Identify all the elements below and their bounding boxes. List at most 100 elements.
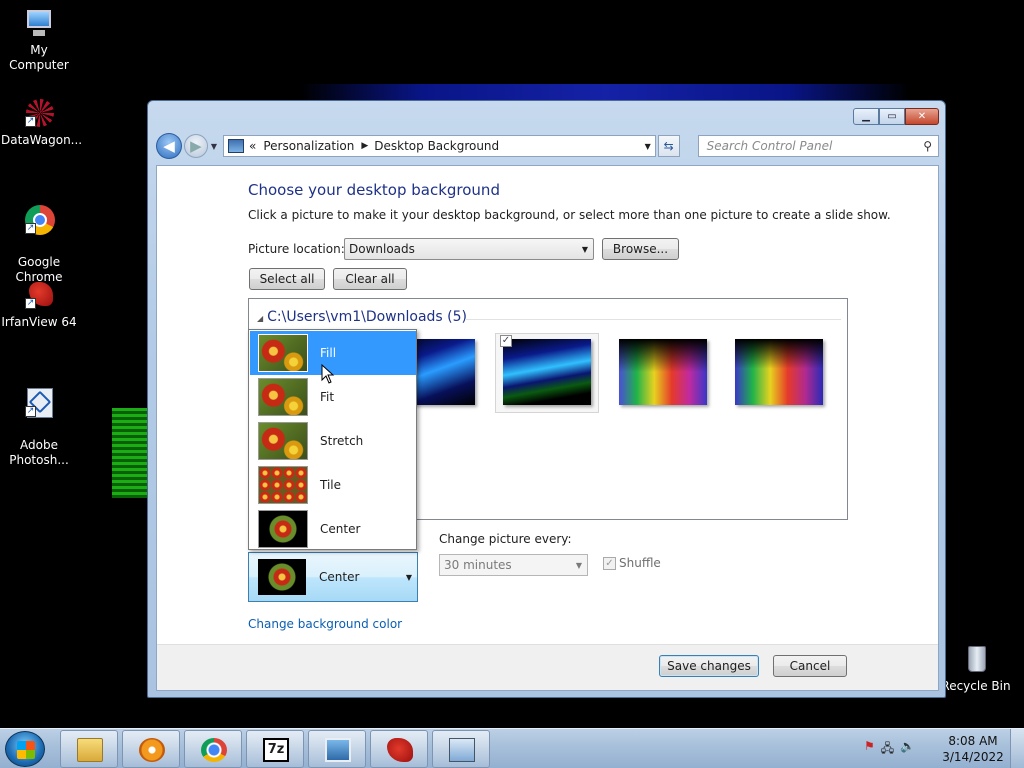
desktop-icon-label: Adobe Photosh... [9,438,69,467]
address-bar[interactable]: « Personalization ▶ Desktop Background ▼ [223,135,656,157]
search-input[interactable]: Search Control Panel ⚲ [697,135,939,157]
show-desktop-button[interactable] [1010,729,1024,768]
picture-location-select[interactable]: Downloads ▼ [344,238,594,260]
dialog-footer: Save changes Cancel [157,644,938,690]
refresh-button[interactable]: ⇆ [657,135,680,157]
back-arrow-icon: ◀ [163,137,175,155]
taskbar-photo-viewer[interactable] [308,730,366,768]
volume-icon[interactable]: 🔈 [900,739,915,760]
clock-date: 3/14/2022 [942,750,1004,764]
control-panel-icon [449,738,475,762]
desktop-wallpaper-glow-green [112,408,152,498]
maximize-button[interactable]: ▭ [879,108,905,125]
folder-icon [77,738,103,762]
chevron-down-icon: ▼ [581,244,589,254]
change-picture-every-value: 30 minutes [444,558,512,572]
network-icon[interactable]: 🖧 [881,739,894,760]
stretch-preview-icon [258,422,308,460]
taskbar-chrome[interactable] [184,730,242,768]
address-dropdown-icon[interactable]: ▼ [641,142,655,151]
recycle-bin-icon [960,644,992,676]
media-player-icon [139,738,165,762]
checkbox-check-icon: ✓ [603,556,616,570]
desktop-icon-label: DataWagon... [1,133,83,147]
fill-preview-icon [258,334,308,372]
control-panel-icon [228,139,245,153]
folder-group-header[interactable]: ◢ C:\Users\vm1\Downloads (5) [257,309,467,325]
desktop-icon-photoshop[interactable]: ↗ Adobe Photosh... [1,373,77,483]
picture-location-label: Picture location: [248,242,345,256]
system-tray: ⚑ 🖧 🔈 [864,739,915,760]
clock-time: 8:08 AM [948,734,998,748]
breadcrumb-overflow[interactable]: « [249,139,256,153]
shuffle-label: Shuffle [619,556,661,570]
taskbar-media-player[interactable] [122,730,180,768]
7zip-icon: 7z [263,738,289,762]
datawagon-icon: ↗ [23,98,55,130]
system-clock[interactable]: 8:08 AM 3/14/2022 [938,733,1008,765]
position-option-stretch[interactable]: Stretch [250,419,416,463]
save-changes-button[interactable]: Save changes [659,655,759,677]
clear-all-button[interactable]: Clear all [333,268,407,290]
wallpaper-thumbnail[interactable] [619,339,707,405]
wallpaper-thumbnail[interactable] [735,339,823,405]
change-background-color-link[interactable]: Change background color [248,617,402,631]
center-preview-icon [258,510,308,548]
fit-preview-icon [258,378,308,416]
windows-logo-icon [17,741,35,759]
browse-button[interactable]: Browse... [602,238,679,260]
computer-icon [23,8,55,40]
option-label: Fit [320,390,335,404]
position-option-tile[interactable]: Tile [250,463,416,507]
tile-preview-icon [258,466,308,504]
desktop-icon-label: IrfanView 64 [1,315,77,329]
action-center-flag-icon[interactable]: ⚑ [864,739,875,760]
window-controls: ▁ ▭ ✕ [853,108,939,125]
cancel-button[interactable]: Cancel [773,655,847,677]
forward-button[interactable]: ▶ [183,134,208,158]
breadcrumb-desktop-background[interactable]: Desktop Background [374,139,499,153]
picture-position-value: Center [319,570,360,584]
chrome-icon: ↗ [23,205,55,237]
breadcrumb-personalization[interactable]: Personalization [263,139,354,153]
start-button[interactable] [5,731,45,767]
page-title: Choose your desktop background [248,181,500,199]
change-picture-every-label: Change picture every: [439,532,572,546]
taskbar-explorer[interactable] [60,730,118,768]
chrome-icon [201,738,227,762]
select-all-button[interactable]: Select all [249,268,325,290]
minimize-button[interactable]: ▁ [853,108,879,125]
folder-divider [465,319,841,320]
option-label: Center [320,522,361,536]
breadcrumb-separator-icon[interactable]: ▶ [361,141,368,151]
desktop-wallpaper-glow [300,84,910,100]
recent-pages-dropdown[interactable]: ▼ [211,142,217,151]
picture-position-select[interactable]: Center ▼ [248,552,418,602]
refresh-icon: ⇆ [663,139,674,153]
change-picture-every-select[interactable]: 30 minutes ▼ [439,554,588,576]
chevron-down-icon: ▼ [405,572,412,582]
wallpaper-thumbnail[interactable] [503,339,591,405]
photoshop-icon: ↗ [23,388,55,420]
desktop-icon-label: Recycle Bin [941,679,1011,693]
option-label: Stretch [320,434,364,448]
collapse-icon: ◢ [257,314,264,323]
search-icon[interactable]: ⚲ [923,139,932,153]
position-preview-icon [258,559,306,595]
desktop-icon-datawagon[interactable]: ↗ DataWagon... [1,98,83,148]
desktop-icon-label: My Computer [9,43,69,72]
position-option-center[interactable]: Center [250,507,416,551]
taskbar-7zip[interactable]: 7z [246,730,304,768]
taskbar-irfanview[interactable] [370,730,428,768]
desktop-icon-irfanview[interactable]: ↗ IrfanView 64 [1,280,77,330]
back-button[interactable]: ◀ [156,133,182,159]
desktop-icon-my-computer[interactable]: My Computer [1,8,77,73]
shuffle-checkbox[interactable]: ✓ Shuffle [603,556,661,570]
page-subtitle: Click a picture to make it your desktop … [248,208,891,222]
thumbnail-checkbox[interactable]: ✓ [500,335,512,347]
option-label: Tile [320,478,342,492]
desktop-icon-recycle-bin[interactable]: Recycle Bin [938,644,1014,694]
close-button[interactable]: ✕ [905,108,939,125]
irfanview-icon: ↗ [23,280,55,312]
taskbar-control-panel[interactable] [432,730,490,768]
